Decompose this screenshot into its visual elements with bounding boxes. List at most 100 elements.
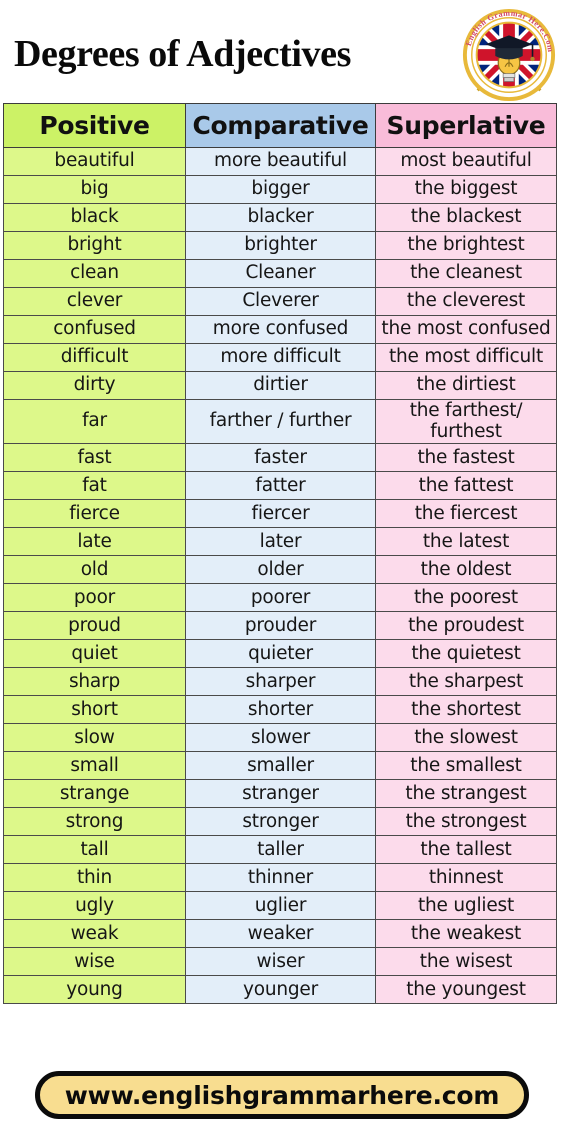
cell-positive: tall [3, 835, 186, 865]
website-link[interactable]: www.englishgrammarhere.com [35, 1071, 529, 1119]
cell-comparative: prouder [185, 611, 376, 641]
cell-positive: dirty [3, 371, 186, 400]
table-row: sharp sharper the sharpest [3, 667, 557, 697]
cell-positive: beautiful [3, 147, 186, 176]
table-row: tall taller the tallest [3, 835, 557, 865]
cell-superlative: the most difficult [375, 343, 557, 372]
cell-superlative: the quietest [375, 639, 557, 669]
cell-positive: far [3, 398, 186, 445]
page-title: Degrees of Adjectives [14, 32, 351, 75]
table-row: fast faster the fastest [3, 443, 557, 473]
cell-positive: young [3, 975, 186, 1005]
table-header-row: Positive Comparative Superlative [3, 103, 557, 148]
table-row: small smaller the smallest [3, 751, 557, 781]
cell-comparative: later [185, 527, 376, 557]
cell-positive: black [3, 203, 186, 232]
table-row: clean Cleaner the cleanest [3, 259, 557, 288]
table-row: poor poorer the poorest [3, 583, 557, 613]
cell-superlative: the shortest [375, 695, 557, 725]
cell-comparative: more difficult [185, 343, 376, 372]
cell-superlative: the slowest [375, 723, 557, 753]
cell-superlative: the fiercest [375, 499, 557, 529]
cell-superlative: the tallest [375, 835, 557, 865]
cell-comparative: farther / further [185, 398, 376, 445]
cell-positive: old [3, 555, 186, 585]
page-header: Degrees of Adjectives English Grammar He… [0, 0, 564, 103]
cell-positive: strong [3, 807, 186, 837]
cell-comparative: wiser [185, 947, 376, 977]
page-footer: www.englishgrammarhere.com [0, 1062, 564, 1128]
cell-positive: bright [3, 231, 186, 260]
cell-superlative: the wisest [375, 947, 557, 977]
cell-superlative: the weakest [375, 919, 557, 949]
cell-comparative: weaker [185, 919, 376, 949]
cell-comparative: sharper [185, 667, 376, 697]
table-row: beautiful more beautiful most beautiful [3, 147, 557, 176]
cell-positive: late [3, 527, 186, 557]
cell-positive: poor [3, 583, 186, 613]
cell-superlative: the cleanest [375, 259, 557, 288]
degrees-of-adjectives-table: Positive Comparative Superlative beautif… [3, 103, 557, 1005]
cell-comparative: older [185, 555, 376, 585]
english-grammar-here-logo-icon: English Grammar Here.Com [460, 6, 558, 104]
cell-positive: clean [3, 259, 186, 288]
cell-comparative: younger [185, 975, 376, 1005]
cell-positive: quiet [3, 639, 186, 669]
table-row: clever Cleverer the cleverest [3, 287, 557, 316]
cell-positive: small [3, 751, 186, 781]
cell-positive: difficult [3, 343, 186, 372]
cell-positive: sharp [3, 667, 186, 697]
table-row: quiet quieter the quietest [3, 639, 557, 669]
table-row: thin thinner thinnest [3, 863, 557, 893]
cell-comparative: slower [185, 723, 376, 753]
degrees-table-wrap: Positive Comparative Superlative beautif… [0, 103, 564, 1005]
cell-comparative: blacker [185, 203, 376, 232]
cell-comparative: brighter [185, 231, 376, 260]
cell-comparative: fatter [185, 471, 376, 501]
table-row: old older the oldest [3, 555, 557, 585]
cell-superlative: the fattest [375, 471, 557, 501]
table-row: ugly uglier the ugliest [3, 891, 557, 921]
table-row: strong stronger the strongest [3, 807, 557, 837]
table-row: difficult more difficult the most difficul… [3, 343, 557, 372]
cell-positive: wise [3, 947, 186, 977]
cell-comparative: taller [185, 835, 376, 865]
table-row: wise wiser the wisest [3, 947, 557, 977]
table-row: far farther / further the farthest/ furthe… [3, 398, 557, 445]
cell-positive: clever [3, 287, 186, 316]
cell-comparative: shorter [185, 695, 376, 725]
table-row: late later the latest [3, 527, 557, 557]
cell-positive: slow [3, 723, 186, 753]
table-row: big bigger the biggest [3, 175, 557, 204]
column-header-comparative: Comparative [185, 103, 376, 148]
cell-positive: strange [3, 779, 186, 809]
cell-positive: short [3, 695, 186, 725]
table-row: slow slower the slowest [3, 723, 557, 753]
cell-comparative: more confused [185, 315, 376, 344]
cell-superlative: the youngest [375, 975, 557, 1005]
column-header-superlative: Superlative [375, 103, 557, 148]
cell-comparative: fiercer [185, 499, 376, 529]
cell-comparative: thinner [185, 863, 376, 893]
table-row: young younger the youngest [3, 975, 557, 1005]
cell-superlative: the biggest [375, 175, 557, 204]
cell-comparative: stranger [185, 779, 376, 809]
cell-superlative: the sharpest [375, 667, 557, 697]
cell-comparative: dirtier [185, 371, 376, 400]
table-row: bright brighter the brightest [3, 231, 557, 260]
table-row: proud prouder the proudest [3, 611, 557, 641]
table-row: fierce fiercer the fiercest [3, 499, 557, 529]
cell-superlative: the farthest/ furthest [375, 398, 557, 445]
table-row: black blacker the blackest [3, 203, 557, 232]
cell-superlative: the strangest [375, 779, 557, 809]
table-row: dirty dirtier the dirtiest [3, 371, 557, 400]
cell-comparative: Cleaner [185, 259, 376, 288]
cell-superlative: most beautiful [375, 147, 557, 176]
table-body: beautiful more beautiful most beautiful big… [3, 147, 557, 1005]
cell-positive: confused [3, 315, 186, 344]
cell-comparative: faster [185, 443, 376, 473]
cell-positive: fast [3, 443, 186, 473]
cell-superlative: the ugliest [375, 891, 557, 921]
cell-superlative: the blackest [375, 203, 557, 232]
cell-superlative: the proudest [375, 611, 557, 641]
